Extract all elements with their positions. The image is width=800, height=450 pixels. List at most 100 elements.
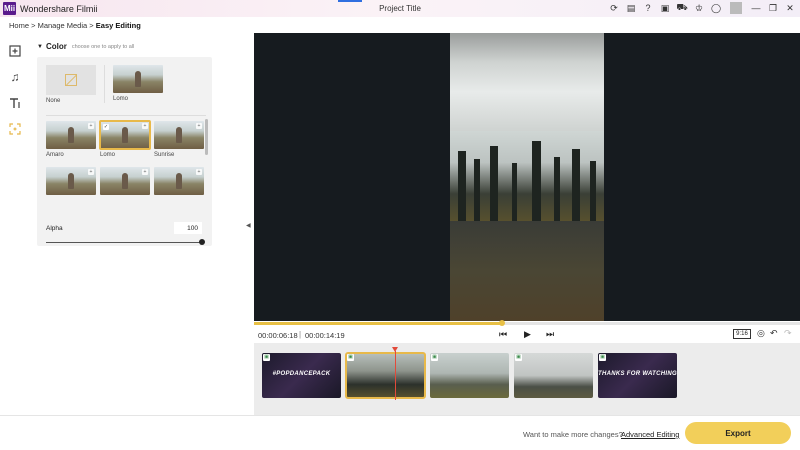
advanced-editing-link[interactable]: Advanced Editing bbox=[621, 430, 679, 439]
download-icon[interactable]: + bbox=[88, 123, 94, 129]
filter-item[interactable]: + bbox=[154, 167, 204, 195]
breadcrumb-current: Easy Editing bbox=[95, 21, 141, 30]
filter-item-sunrise[interactable]: + Sunrise bbox=[154, 121, 204, 165]
account-icon[interactable]: ◯ bbox=[710, 2, 722, 14]
collapse-triangle-icon[interactable]: ▼ bbox=[37, 44, 43, 50]
text-icon[interactable] bbox=[0, 90, 30, 116]
download-icon[interactable]: + bbox=[88, 169, 94, 175]
color-section-hint: choose one to apply to all bbox=[71, 43, 135, 50]
gallery-icon[interactable]: ▣ bbox=[659, 2, 671, 14]
current-filter-thumbnail[interactable] bbox=[113, 65, 163, 93]
color-section-header[interactable]: ▼ Color choose one to apply to all bbox=[37, 42, 212, 51]
filter-thumbnail[interactable]: + bbox=[46, 167, 96, 195]
download-icon[interactable]: + bbox=[196, 169, 202, 175]
clip-type-icon: ▣ bbox=[599, 354, 606, 361]
filter-item-lomo[interactable]: ✓ + Lomo bbox=[99, 120, 151, 165]
sync-icon[interactable]: ⟳ bbox=[608, 2, 620, 14]
filter-thumbnail[interactable]: + bbox=[154, 167, 204, 195]
download-icon[interactable]: + bbox=[142, 169, 148, 175]
previous-icon[interactable]: ⏮ bbox=[499, 329, 507, 340]
clip-type-icon: ▣ bbox=[347, 354, 354, 361]
tree-shape bbox=[554, 157, 560, 221]
restore-icon[interactable]: ❐ bbox=[767, 2, 779, 14]
tree-shape bbox=[532, 141, 541, 221]
filter-thumbnail-selected[interactable]: ✓ + bbox=[99, 120, 151, 150]
tree-shape bbox=[572, 149, 580, 221]
collapse-panel-icon[interactable]: ◀ bbox=[246, 222, 251, 229]
filter-none[interactable]: None bbox=[46, 65, 96, 104]
snapshot-icon[interactable]: ◎ bbox=[757, 328, 765, 339]
music-icon[interactable]: ♫ bbox=[0, 64, 30, 90]
timeline-track: ▣ #POPDANCEPACK ▣ ▣ ▣ ▣ THANKS FOR WATCH… bbox=[254, 343, 800, 415]
redo-icon[interactable]: ↷ bbox=[784, 328, 792, 339]
effects-icon[interactable] bbox=[0, 116, 30, 142]
playback-progress-bar[interactable] bbox=[254, 320, 800, 326]
filter-item-amaro[interactable]: + Amaro bbox=[46, 121, 96, 165]
breadcrumb: Home > Manage Media > Easy Editing bbox=[9, 21, 141, 30]
thumbnail-figure bbox=[68, 127, 74, 143]
undo-icon[interactable]: ↶ bbox=[770, 328, 778, 339]
timeline-clip[interactable]: ▣ #POPDANCEPACK bbox=[262, 353, 341, 398]
playhead-marker-icon[interactable] bbox=[392, 347, 398, 352]
timeline-clip[interactable]: ▣ bbox=[430, 353, 509, 398]
tool-rail: ♫ bbox=[0, 38, 30, 142]
export-button[interactable]: Export bbox=[685, 422, 791, 444]
timeline-playhead[interactable] bbox=[395, 351, 396, 400]
download-icon[interactable]: + bbox=[142, 123, 148, 129]
filter-thumbnail[interactable]: + bbox=[46, 121, 96, 149]
playback-progress-handle[interactable] bbox=[499, 320, 506, 326]
timeline-clip[interactable]: ▣ bbox=[514, 353, 593, 398]
alpha-slider-track[interactable] bbox=[46, 242, 202, 243]
filter-current[interactable]: Lomo bbox=[113, 65, 163, 104]
titlebar-divider bbox=[730, 2, 742, 14]
breadcrumb-manage-media[interactable]: Manage Media bbox=[38, 21, 88, 30]
help-icon[interactable]: ? bbox=[642, 2, 654, 14]
tree-shape bbox=[512, 163, 517, 221]
filter-grid-row: + + + bbox=[46, 167, 206, 195]
thumbnail-figure bbox=[135, 71, 141, 87]
premium-icon[interactable]: ♔ bbox=[693, 2, 705, 14]
breadcrumb-home[interactable]: Home bbox=[9, 21, 29, 30]
checkmark-icon: ✓ bbox=[103, 124, 109, 130]
minimize-icon[interactable]: — bbox=[750, 2, 762, 14]
total-time: 00:00:14:19 bbox=[305, 331, 345, 340]
filter-grid: + Amaro ✓ + Lomo + Sunrise + + + bbox=[46, 120, 206, 197]
divider bbox=[46, 115, 206, 116]
none-thumbnail[interactable] bbox=[46, 65, 96, 95]
thumbnail-figure bbox=[122, 173, 128, 189]
cart-icon[interactable]: ⛟ bbox=[676, 2, 688, 14]
filter-scrollbar[interactable] bbox=[205, 119, 208, 155]
color-section-title: Color bbox=[45, 42, 67, 51]
filter-thumbnail[interactable]: + bbox=[154, 121, 204, 149]
alpha-label: Alpha bbox=[46, 225, 63, 232]
thumbnail-figure bbox=[176, 127, 182, 143]
filter-item[interactable]: + bbox=[100, 167, 150, 195]
breadcrumb-separator: > bbox=[29, 21, 38, 30]
applied-filter-row: None Lomo bbox=[46, 65, 163, 104]
aspect-ratio-button[interactable]: 9:16 bbox=[733, 329, 751, 339]
play-icon[interactable]: ▶ bbox=[524, 329, 531, 340]
alpha-value-input[interactable]: 100 bbox=[174, 222, 202, 234]
next-icon[interactable]: ⏭ bbox=[546, 329, 554, 340]
video-preview bbox=[254, 33, 800, 321]
time-separator: | bbox=[299, 330, 302, 339]
filter-item[interactable]: + bbox=[46, 167, 96, 195]
alpha-slider-handle[interactable] bbox=[199, 239, 205, 245]
app-name: Wondershare Filmii bbox=[20, 3, 98, 14]
preview-blur-top bbox=[450, 33, 604, 131]
timeline-clip[interactable]: ▣ THANKS FOR WATCHING bbox=[598, 353, 677, 398]
color-panel: ▼ Color choose one to apply to all None … bbox=[37, 42, 212, 246]
media-add-icon[interactable] bbox=[0, 38, 30, 64]
filter-label: None bbox=[46, 98, 61, 104]
close-icon[interactable]: ✕ bbox=[784, 2, 796, 14]
filter-thumbnail[interactable]: + bbox=[100, 167, 150, 195]
timeline-clip-selected[interactable]: ▣ bbox=[345, 352, 426, 399]
clip-title: #POPDANCEPACK bbox=[272, 371, 331, 377]
filter-label: Lomo bbox=[100, 152, 116, 158]
tree-shape bbox=[490, 146, 498, 221]
download-icon[interactable]: + bbox=[196, 123, 202, 129]
notes-icon[interactable]: ▤ bbox=[625, 2, 637, 14]
playback-progress-fill bbox=[254, 322, 503, 325]
filter-label: Sunrise bbox=[154, 152, 175, 158]
color-filter-card: None Lomo + Amaro ✓ + Lomo + Sunrise + +… bbox=[37, 57, 212, 246]
